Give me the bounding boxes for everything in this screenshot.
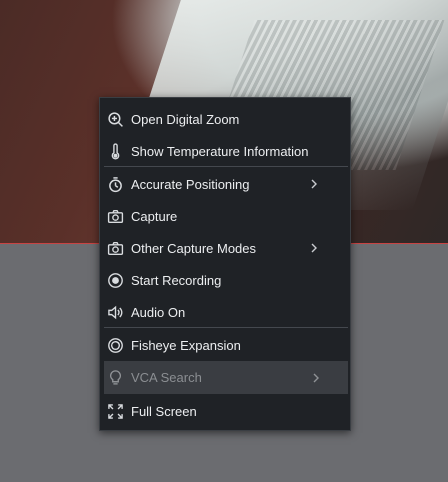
thermometer-icon (105, 141, 125, 161)
stopwatch-icon (105, 174, 125, 194)
menu-item-label: Capture (131, 208, 178, 224)
chevron-right-icon (310, 372, 322, 384)
chevron-right-icon (308, 178, 320, 190)
camera-icon (105, 238, 125, 258)
menu-item-full-screen[interactable]: Full Screen (100, 395, 350, 427)
menu-item-label: Other Capture Modes (131, 240, 257, 256)
menu-item-label: Start Recording (131, 272, 222, 288)
menu-item-show-temperature-information[interactable]: Show Temperature Information (100, 135, 350, 167)
menu-item-fisheye-expansion[interactable]: Fisheye Expansion (100, 329, 350, 361)
menu-item-start-recording[interactable]: Start Recording (100, 264, 350, 296)
menu-item-label: Accurate Positioning (131, 176, 250, 192)
zoom-in-icon (105, 109, 125, 129)
menu-item-label: Fisheye Expansion (131, 337, 241, 353)
record-icon (105, 270, 125, 290)
menu-item-accurate-positioning[interactable]: Accurate Positioning (100, 168, 350, 200)
menu-item-open-digital-zoom[interactable]: Open Digital Zoom (100, 103, 350, 135)
context-menu: Open Digital Zoom Show Temperature Infor… (99, 97, 351, 431)
menu-item-label: Show Temperature Information (131, 143, 309, 159)
menu-item-other-capture-modes[interactable]: Other Capture Modes (100, 232, 350, 264)
menu-separator (104, 327, 348, 328)
menu-separator (104, 166, 348, 167)
chevron-right-icon (308, 242, 320, 254)
camera-icon (105, 206, 125, 226)
menu-item-label: Open Digital Zoom (131, 111, 240, 127)
fisheye-icon (105, 335, 125, 355)
menu-item-label: VCA Search (131, 370, 202, 385)
lightbulb-icon (105, 368, 125, 388)
fullscreen-icon (105, 401, 125, 421)
menu-item-capture[interactable]: Capture (100, 200, 350, 232)
menu-item-label: Audio On (131, 304, 186, 320)
menu-item-vca-search: VCA Search (104, 361, 348, 394)
speaker-icon (105, 302, 125, 322)
menu-item-label: Full Screen (131, 403, 197, 419)
menu-item-audio-on[interactable]: Audio On (100, 296, 350, 328)
